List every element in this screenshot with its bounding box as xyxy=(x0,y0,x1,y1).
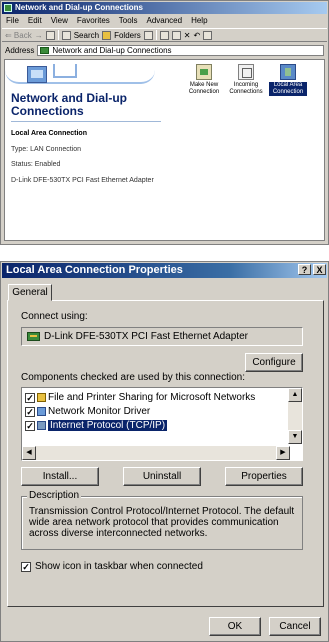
address-input[interactable]: Network and Dial-up Connections xyxy=(37,44,324,56)
menu-tools[interactable]: Tools xyxy=(119,15,138,27)
connect-using-label: Connect using: xyxy=(21,311,88,322)
show-icon-label: Show icon in taskbar when connected xyxy=(35,561,203,572)
show-icon-option[interactable]: ✓ Show icon in taskbar when connected xyxy=(21,561,203,572)
explorer-toolbar: ⇐ Back → Search Folders ✕ ↶ xyxy=(2,28,327,42)
show-icon-checkbox[interactable]: ✓ xyxy=(21,561,31,572)
cancel-button[interactable]: Cancel xyxy=(269,617,321,636)
component-label: File and Printer Sharing for Microsoft N… xyxy=(48,392,256,403)
horizontal-scrollbar[interactable]: ◀ ▶ xyxy=(22,446,290,460)
list-item[interactable]: ✓ Network Monitor Driver xyxy=(25,405,150,418)
menu-edit[interactable]: Edit xyxy=(28,15,42,27)
address-label: Address xyxy=(5,45,35,55)
menu-bar: File Edit View Favorites Tools Advanced … xyxy=(2,15,327,27)
folders-icon xyxy=(102,30,112,40)
make-new-connection-icon xyxy=(196,64,212,80)
list-item[interactable]: ✓ Internet Protocol (TCP/IP) xyxy=(25,419,168,432)
explorer-window: Network and Dial-up Connections File Edi… xyxy=(0,0,329,245)
network-connections-banner-icon xyxy=(27,66,47,83)
properties-button[interactable]: Properties xyxy=(225,467,303,486)
close-button[interactable]: X xyxy=(313,264,326,275)
views-icon[interactable] xyxy=(203,30,213,40)
search-button[interactable]: Search xyxy=(74,31,99,40)
protocol-icon xyxy=(37,421,46,430)
sharing-icon xyxy=(37,393,46,402)
adapter-field: D-Link DFE-530TX PCI Fast Ethernet Adapt… xyxy=(21,327,303,346)
history-icon[interactable] xyxy=(143,30,153,40)
explorer-title-bar[interactable]: Network and Dial-up Connections xyxy=(2,2,327,14)
toolbar-separator xyxy=(155,30,157,40)
up-folder-icon[interactable] xyxy=(45,30,55,40)
menu-help[interactable]: Help xyxy=(191,15,207,27)
description-legend: Description xyxy=(27,490,82,501)
vertical-scrollbar[interactable]: ▲ ▼ xyxy=(288,388,302,444)
component-label-selected: Internet Protocol (TCP/IP) xyxy=(48,420,168,431)
menu-file[interactable]: File xyxy=(6,15,19,27)
make-new-connection-label: Make New Connection xyxy=(188,82,220,95)
undo-icon[interactable]: ↶ xyxy=(193,31,200,40)
ok-button[interactable]: OK xyxy=(209,617,261,636)
menu-advanced[interactable]: Advanced xyxy=(146,15,182,27)
component-checkbox[interactable]: ✓ xyxy=(25,406,35,417)
address-bar: Address Network and Dial-up Connections xyxy=(2,43,327,57)
banner-frame xyxy=(53,64,77,78)
make-new-connection-item[interactable]: Make New Connection xyxy=(185,64,223,96)
install-button[interactable]: Install... xyxy=(21,467,99,486)
menu-favorites[interactable]: Favorites xyxy=(77,15,110,27)
local-area-connection-label: Local Area Connection xyxy=(269,82,307,96)
dialog-title-bar[interactable]: Local Area Connection Properties ? X xyxy=(2,263,327,278)
forward-button[interactable]: → xyxy=(35,31,43,40)
folders-button[interactable]: Folders xyxy=(114,31,141,40)
incoming-connections-item[interactable]: Incoming Connections xyxy=(227,64,265,96)
network-folder-icon xyxy=(4,4,12,12)
copy-to-icon[interactable] xyxy=(171,30,181,40)
delete-icon[interactable]: ✕ xyxy=(184,31,191,40)
local-area-connection-icon xyxy=(280,64,296,80)
component-checkbox[interactable]: ✓ xyxy=(25,392,35,403)
network-folder-icon xyxy=(40,46,50,54)
sidebar-device-text: D-Link DFE-530TX PCI Fast Ethernet Adapt… xyxy=(11,177,154,184)
sidebar-divider xyxy=(11,121,161,122)
menu-view[interactable]: View xyxy=(51,15,68,27)
dialog-title: Local Area Connection Properties xyxy=(6,264,183,276)
component-checkbox[interactable]: ✓ xyxy=(25,420,35,431)
sidebar-status-text: Status: Enabled xyxy=(11,161,61,168)
properties-dialog: Local Area Connection Properties ? X Gen… xyxy=(0,261,329,642)
search-icon xyxy=(61,30,71,40)
components-list[interactable]: ✓ File and Printer Sharing for Microsoft… xyxy=(21,387,303,461)
explorer-title: Network and Dial-up Connections xyxy=(15,3,144,12)
move-to-icon[interactable] xyxy=(159,30,169,40)
adapter-name: D-Link DFE-530TX PCI Fast Ethernet Adapt… xyxy=(44,331,248,342)
configure-button[interactable]: Configure xyxy=(245,353,303,372)
component-label: Network Monitor Driver xyxy=(48,406,151,417)
help-button[interactable]: ? xyxy=(298,264,311,275)
scroll-up-button[interactable]: ▲ xyxy=(288,388,302,402)
sidebar-heading: Network and Dial-up Connections xyxy=(11,91,128,118)
toolbar-separator xyxy=(57,30,59,40)
incoming-connections-label: Incoming Connections xyxy=(229,82,263,95)
scroll-right-button[interactable]: ▶ xyxy=(276,446,290,460)
description-text: Transmission Control Protocol/Internet P… xyxy=(29,506,295,539)
sidebar-item-title: Local Area Connection xyxy=(11,130,87,137)
scroll-left-button[interactable]: ◀ xyxy=(22,446,36,460)
list-item[interactable]: ✓ File and Printer Sharing for Microsoft… xyxy=(25,391,255,404)
network-driver-icon xyxy=(37,407,46,416)
network-adapter-icon xyxy=(27,332,40,341)
title-buttons: ? X xyxy=(298,264,326,275)
scroll-down-button[interactable]: ▼ xyxy=(288,430,302,444)
uninstall-button[interactable]: Uninstall xyxy=(123,467,201,486)
webview-sidebar: Network and Dial-up Connections Local Ar… xyxy=(5,60,165,240)
incoming-connections-icon xyxy=(238,64,254,80)
tab-general[interactable]: General xyxy=(8,284,52,301)
connections-icon-view: Make New Connection Incoming Connections… xyxy=(165,60,324,120)
sidebar-type-text: Type: LAN Connection xyxy=(11,146,82,153)
back-button[interactable]: ⇐ Back xyxy=(5,31,32,40)
folder-content: Network and Dial-up Connections Local Ar… xyxy=(4,59,325,241)
address-value: Network and Dial-up Connections xyxy=(52,45,172,55)
local-area-connection-item[interactable]: Local Area Connection xyxy=(269,64,307,96)
components-label: Components checked are used by this conn… xyxy=(21,372,246,383)
